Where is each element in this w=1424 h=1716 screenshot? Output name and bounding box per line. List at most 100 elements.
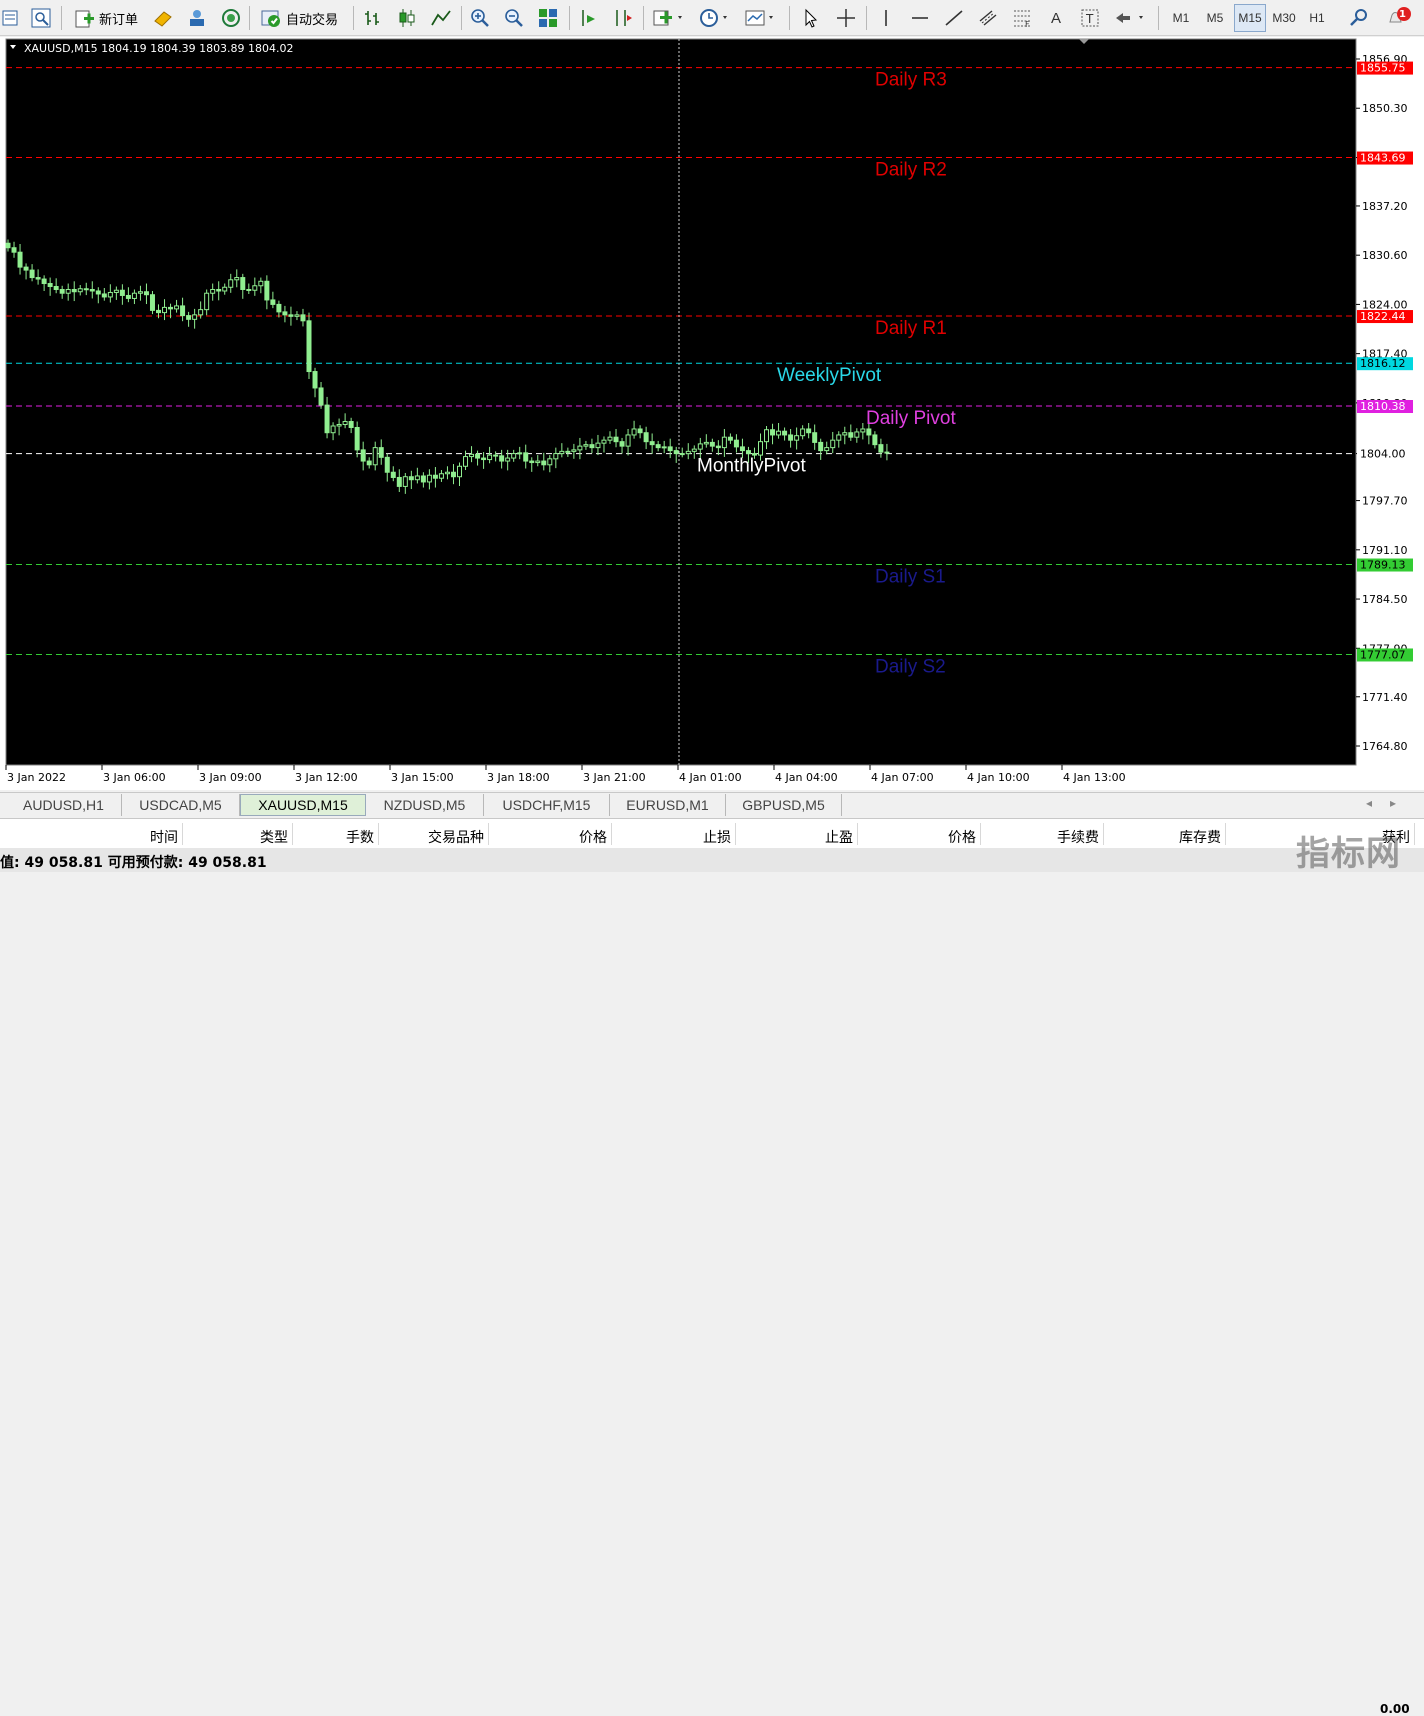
zoom-out-icon[interactable] (501, 4, 527, 32)
template-icon (745, 10, 773, 26)
new-order-icon (75, 10, 94, 28)
tile-windows-icon[interactable] (535, 4, 561, 32)
level-label: Daily R2 (875, 160, 947, 181)
search-icon[interactable] (1346, 4, 1372, 32)
level-price-tag: 1822.44 (1357, 310, 1413, 324)
chart-area[interactable] (6, 39, 1356, 765)
time-tick-label: 4 Jan 01:00 (679, 771, 742, 784)
time-tick-label: 3 Jan 2022 (7, 771, 66, 784)
navigator-icon[interactable] (184, 4, 210, 32)
auto-trading-button[interactable]: 自动交易 (253, 4, 345, 32)
channel-icon[interactable] (975, 4, 1001, 32)
terminal-column-header[interactable]: 交易品种 (374, 827, 484, 847)
arrow-objects-icon (1116, 13, 1143, 23)
candle (306, 312, 312, 380)
cursor-icon[interactable] (797, 4, 823, 32)
level-price-value: 1843.69 (1360, 152, 1406, 165)
periods-dropdown[interactable] (696, 4, 734, 32)
symbol-tab-usdcad-m5[interactable]: USDCAD,M5 (122, 794, 240, 816)
time-tick-label: 3 Jan 21:00 (583, 771, 646, 784)
symbol-tab-xauusd-m15[interactable]: XAUUSD,M15 (240, 794, 366, 816)
metaeditor-icon[interactable] (150, 4, 176, 32)
level-label: MonthlyPivot (697, 456, 806, 477)
level-price-value: 1822.44 (1360, 310, 1406, 323)
level-price-value: 1789.13 (1360, 559, 1406, 572)
level-price-tag: 1855.75 (1357, 62, 1413, 75)
trendline-icon[interactable] (941, 4, 967, 32)
terminal-column-header[interactable]: 手续费 (989, 827, 1099, 847)
price-tick-label: 1791.10 (1362, 544, 1408, 557)
timeframe-m1[interactable]: M1 (1166, 4, 1196, 32)
level-label: Daily R3 (875, 70, 947, 91)
horizontal-line-icon[interactable] (907, 4, 933, 32)
timeframe-h1[interactable]: H1 (1302, 4, 1332, 32)
price-tick-label: 1771.40 (1362, 691, 1408, 704)
level-price-tag: 1804.00 (1357, 447, 1413, 461)
market-watch-icon[interactable] (0, 4, 20, 32)
indicators-dropdown[interactable] (650, 4, 688, 32)
symbol-tab-eurusd-m1[interactable]: EURUSD,M1 (610, 794, 726, 816)
zoom-in-icon[interactable] (467, 4, 493, 32)
price-tick-label: 1797.70 (1362, 495, 1408, 508)
vertical-line-icon[interactable] (873, 4, 899, 32)
signals-icon[interactable] (218, 4, 244, 32)
level-price-value: 1804.00 (1360, 448, 1406, 461)
symbol-tab-nzdusd-m5[interactable]: NZDUSD,M5 (366, 794, 484, 816)
candlestick-chart-icon[interactable] (394, 4, 420, 32)
clock-icon (700, 9, 727, 27)
fibonacci-icon[interactable]: F (1009, 4, 1035, 32)
templates-dropdown[interactable] (742, 4, 780, 32)
level-price-tag: 1810.38 (1357, 400, 1413, 414)
new-order-button[interactable]: 新订单 (68, 4, 144, 32)
time-tick-label: 3 Jan 06:00 (103, 771, 166, 784)
candle (149, 290, 155, 315)
price-tick-label: 1850.30 (1362, 102, 1408, 115)
timeframe-m5[interactable]: M5 (1200, 4, 1230, 32)
notification-bell-icon[interactable]: 1 (1382, 4, 1416, 32)
text-tool-icon[interactable]: A (1043, 4, 1069, 32)
time-tick-label: 3 Jan 18:00 (487, 771, 550, 784)
tab-scroll-arrows-icon[interactable]: ◂▸ (1366, 796, 1414, 810)
crosshair-icon[interactable] (833, 4, 859, 32)
zoom-chart-icon[interactable] (28, 4, 54, 32)
terminal-column-header[interactable]: 止盈 (743, 827, 853, 847)
timeframe-m30[interactable]: M30 (1268, 4, 1300, 32)
chart-window[interactable]: Daily R3 Daily R2 Daily R1 WeeklyPivot Daily… (0, 37, 1424, 790)
balance-status: 值: 49 058.81 可用预付款: 49 058.81 (0, 855, 267, 871)
text-label-icon[interactable]: T (1077, 4, 1103, 32)
level-label: Daily Pivot (866, 408, 956, 429)
symbol-tab-usdchf-m15[interactable]: USDCHF,M15 (484, 794, 610, 816)
bar-chart-icon[interactable] (360, 4, 386, 32)
level-price-value: 1816.12 (1360, 357, 1406, 370)
level-label: Daily R1 (875, 318, 947, 339)
level-price-value: 1810.38 (1360, 400, 1406, 413)
auto-trading-label: 自动交易 (285, 12, 338, 28)
chart-shift-icon[interactable] (610, 4, 636, 32)
arrows-dropdown[interactable] (1111, 4, 1151, 32)
terminal-column-header[interactable]: 价格 (866, 827, 976, 847)
level-price-tag: 1789.13 (1357, 558, 1413, 572)
symbol-tab-audusd-h1[interactable]: AUDUSD,H1 (6, 794, 122, 816)
terminal-header: 时间 类型 手数 交易品种 价格 止损 止盈 价格 手续费 库存费 获利 (0, 818, 1424, 848)
watermark-logo: 指标网 (1296, 834, 1401, 874)
line-chart-icon[interactable] (428, 4, 454, 32)
terminal-column-header[interactable]: 价格 (497, 827, 607, 847)
symbol-tab-gbpusd-m5[interactable]: GBPUSD,M5 (726, 794, 842, 816)
time-tick-label: 3 Jan 12:00 (295, 771, 358, 784)
timeframe-m15[interactable]: M15 (1234, 4, 1266, 32)
terminal-column-header[interactable]: 库存费 (1111, 827, 1221, 847)
chart-header: XAUUSD,M15 1804.19 1804.39 1803.89 1804.… (24, 42, 294, 55)
terminal-column-header[interactable]: 时间 (68, 827, 178, 847)
level-price-tag: 1777.07 (1357, 648, 1413, 662)
price-chart[interactable]: Daily R3 Daily R2 Daily R1 WeeklyPivot Daily… (0, 37, 1424, 790)
time-tick-label: 4 Jan 13:00 (1063, 771, 1126, 784)
new-order-label: 新订单 (98, 12, 138, 28)
svg-text:T: T (1085, 12, 1094, 26)
auto-scroll-icon[interactable] (576, 4, 602, 32)
level-label: Daily S2 (875, 656, 946, 677)
main-toolbar: 新订单 自动交易 F A T M1 M5 M15 M30 H1 1 (0, 0, 1424, 36)
terminal-column-header[interactable]: 手数 (264, 827, 374, 847)
terminal-column-header[interactable]: 止损 (621, 827, 731, 847)
level-label: WeeklyPivot (777, 365, 882, 386)
time-tick-label: 4 Jan 04:00 (775, 771, 838, 784)
